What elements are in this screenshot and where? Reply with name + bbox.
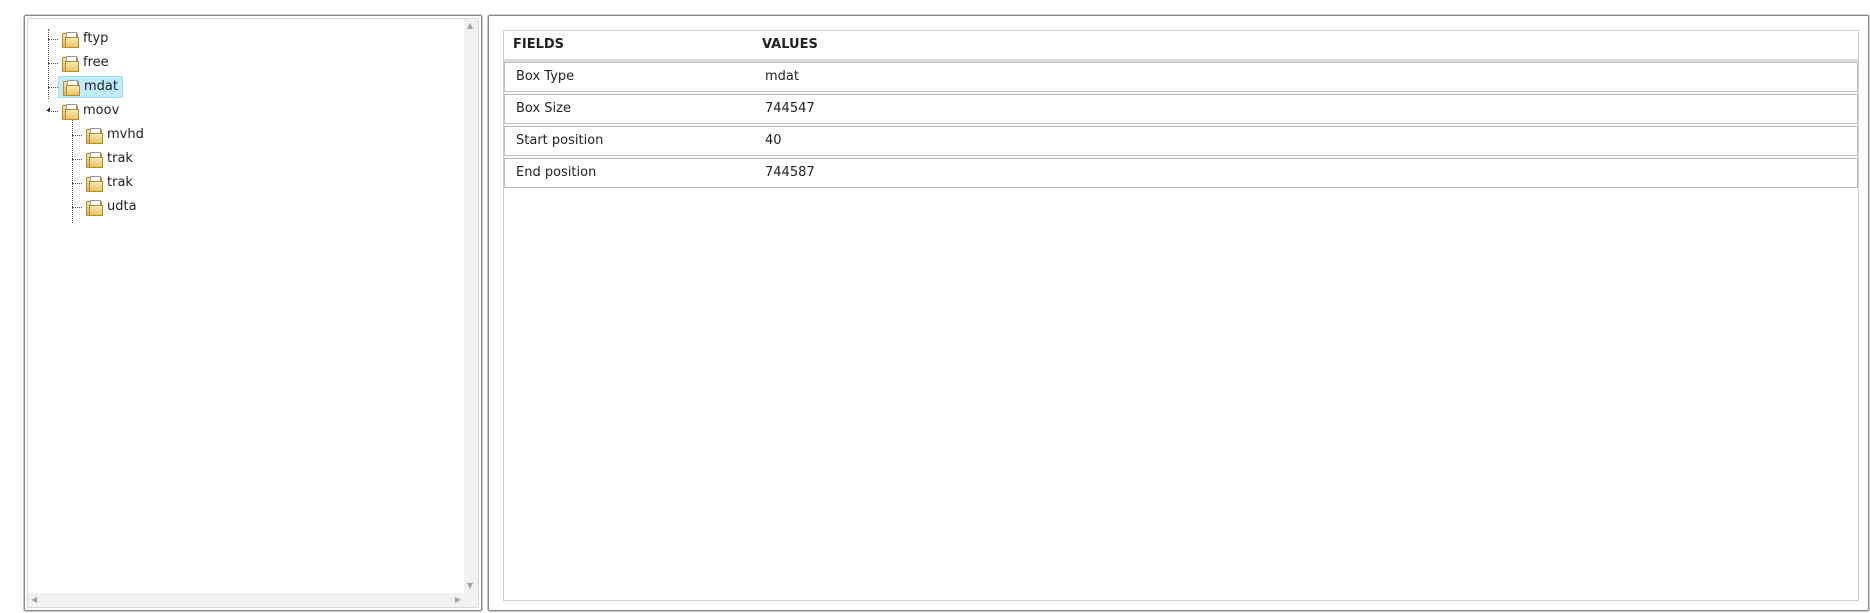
- tree-connector: [48, 39, 58, 40]
- tree-viewport: ftyp free mdat moov mvhd trak trak udta: [27, 18, 479, 608]
- field-name: Box Size: [516, 101, 571, 116]
- tree-connector: [48, 87, 58, 88]
- tree-node-label: free: [83, 55, 109, 70]
- tree-node-trak[interactable]: trak: [82, 172, 137, 194]
- tree-connector: [48, 63, 58, 64]
- tree-node-free[interactable]: free: [58, 52, 113, 74]
- details-panel: FIELDS VALUES Box Type mdat Box Size 744…: [487, 14, 1870, 612]
- tree-node-label: mdat: [84, 79, 118, 94]
- folder-document-icon: [62, 104, 79, 120]
- table-row: End position 744587: [504, 158, 1858, 188]
- tree-node-ftyp[interactable]: ftyp: [58, 28, 112, 50]
- tree-connector: [72, 183, 82, 184]
- horizontal-scrollbar[interactable]: ◀ ▶: [28, 593, 464, 607]
- field-name: Start position: [516, 133, 604, 148]
- chevron-left-icon[interactable]: ◀: [31, 595, 37, 605]
- tree-node-trak[interactable]: trak: [82, 148, 137, 170]
- box-tree: ftyp free mdat moov mvhd trak trak udta: [28, 19, 464, 593]
- folder-document-icon: [63, 80, 80, 96]
- folder-document-icon: [86, 176, 103, 192]
- triangle-expanded-icon[interactable]: [46, 107, 50, 111]
- chevron-up-icon[interactable]: ▲: [467, 21, 473, 31]
- header-values: VALUES: [762, 37, 818, 52]
- vertical-scrollbar[interactable]: ▲ ▼: [464, 19, 478, 593]
- folder-document-icon: [86, 152, 103, 168]
- table-row: Start position 40: [504, 126, 1858, 156]
- field-value: 744587: [765, 165, 815, 180]
- tree-connector: [48, 111, 58, 112]
- table-header: FIELDS VALUES: [504, 31, 1858, 62]
- folder-document-icon: [62, 32, 79, 48]
- header-fields: FIELDS: [513, 37, 565, 52]
- tree-panel: ftyp free mdat moov mvhd trak trak udta: [23, 14, 483, 612]
- folder-document-icon: [62, 56, 79, 72]
- tree-node-label: udta: [107, 199, 137, 214]
- fields-table: FIELDS VALUES Box Type mdat Box Size 744…: [503, 30, 1859, 601]
- field-value: mdat: [765, 69, 799, 84]
- tree-node-label: moov: [83, 103, 120, 118]
- scrollbar-corner: [464, 593, 478, 607]
- tree-connector: [72, 159, 82, 160]
- tree-connector: [72, 207, 82, 208]
- field-name: End position: [516, 165, 597, 180]
- folder-document-icon: [86, 128, 103, 144]
- chevron-right-icon[interactable]: ▶: [455, 595, 461, 605]
- tree-node-label: trak: [107, 175, 133, 190]
- tree-node-mvhd[interactable]: mvhd: [82, 124, 148, 146]
- chevron-down-icon[interactable]: ▼: [467, 581, 473, 591]
- field-value: 40: [765, 133, 782, 148]
- tree-node-mdat[interactable]: mdat: [58, 76, 123, 98]
- folder-document-icon: [86, 200, 103, 216]
- tree-node-moov[interactable]: moov: [58, 100, 123, 122]
- field-name: Box Type: [516, 69, 575, 84]
- table-row: Box Type mdat: [504, 62, 1858, 92]
- tree-connector: [72, 135, 82, 136]
- tree-node-label: ftyp: [83, 31, 109, 46]
- tree-node-udta[interactable]: udta: [82, 196, 141, 218]
- tree-node-label: mvhd: [107, 127, 144, 142]
- field-value: 744547: [765, 101, 815, 116]
- tree-node-label: trak: [107, 151, 133, 166]
- table-row: Box Size 744547: [504, 94, 1858, 124]
